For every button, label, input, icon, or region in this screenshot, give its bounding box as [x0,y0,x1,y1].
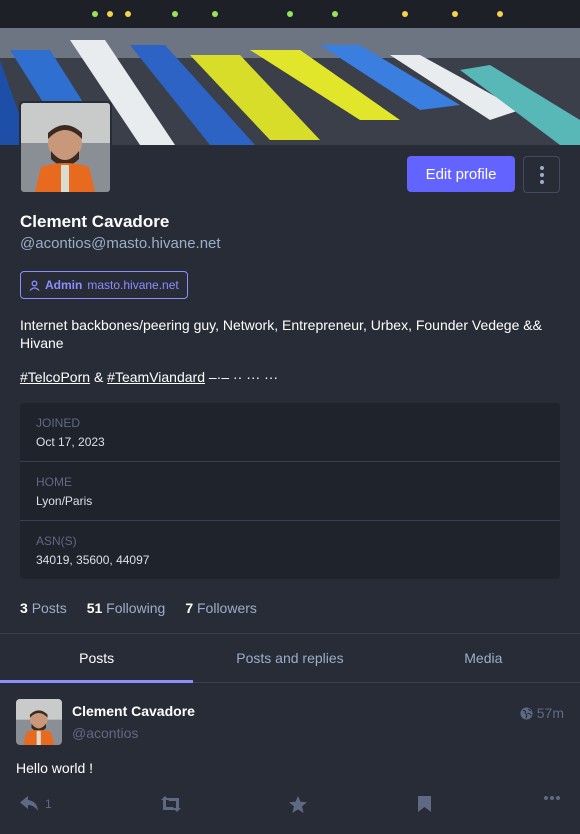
field-key: ASN(S) [36,534,77,548]
field-asns: ASN(S) 34019, 35600, 44097 [20,521,560,580]
role-badge: Admin masto.hivane.net [20,271,188,299]
boost-icon [161,796,181,812]
field-value: 34019, 35600, 44097 [36,553,150,567]
field-home: HOME Lyon/Paris [20,462,560,521]
field-joined: JOINED Oct 17, 2023 [20,403,560,462]
post-time-text: 57m [536,705,564,721]
reply-button[interactable]: 1 [20,796,52,812]
field-value: Lyon/Paris [36,494,93,508]
status-post[interactable]: Clement Cavadore @acontios 57m Hello wor… [0,684,580,834]
edit-profile-button[interactable]: Edit profile [407,156,515,192]
more-options-button[interactable] [523,156,560,193]
globe-icon [520,706,533,720]
profile-avatar[interactable] [19,101,112,194]
profile-stats: 3 Posts 51 Following 7 Followers [20,600,257,616]
posts-count-link[interactable]: 3 Posts [20,600,67,616]
field-key: HOME [36,475,72,489]
account-handle: @acontios@masto.hivane.net [20,235,221,252]
post-timestamp[interactable]: 57m [520,705,564,721]
star-icon [289,796,307,813]
more-icon [544,796,560,800]
bookmark-button[interactable] [418,796,431,812]
reply-count: 1 [45,797,52,811]
bio-text: Internet backbones/peering guy, Network,… [20,317,542,351]
post-author-handle[interactable]: @acontios [72,725,138,741]
tab-posts[interactable]: Posts [0,634,194,683]
role-domain: masto.hivane.net [87,278,179,292]
post-author-name[interactable]: Clement Cavadore [72,703,195,719]
profile-fields: JOINED Oct 17, 2023 HOME Lyon/Paris ASN(… [20,403,560,579]
user-icon [29,280,40,291]
favourite-button[interactable] [289,796,307,813]
bio-amp: & [93,369,104,385]
vertical-dots-icon [539,165,544,170]
tab-media[interactable]: Media [387,634,580,682]
tab-posts-and-replies[interactable]: Posts and replies [193,634,386,682]
bookmark-icon [418,796,431,812]
profile-tabs: Posts Posts and replies Media [0,633,580,683]
more-actions-button[interactable] [544,796,560,800]
post-actions: 1 [0,796,580,816]
field-key: JOINED [36,416,81,430]
display-name: Clement Cavadore [20,212,170,231]
followers-count-link[interactable]: 7 Followers [185,600,257,616]
hashtag-link[interactable]: #TeamViandard [107,369,205,385]
bio-hashtags: #TelcoPorn & #TeamViandard –·– ·· ··· ··… [20,369,278,385]
bio-tail: –·– ·· ··· ··· [208,369,279,385]
field-value: Oct 17, 2023 [36,435,105,449]
following-count-link[interactable]: 51 Following [87,600,166,616]
boost-button[interactable] [161,796,181,812]
post-content: Hello world ! [16,760,94,776]
hashtag-link[interactable]: #TelcoPorn [20,369,90,385]
role-name: Admin [45,278,83,292]
post-avatar[interactable] [16,699,62,745]
reply-icon [20,796,38,811]
